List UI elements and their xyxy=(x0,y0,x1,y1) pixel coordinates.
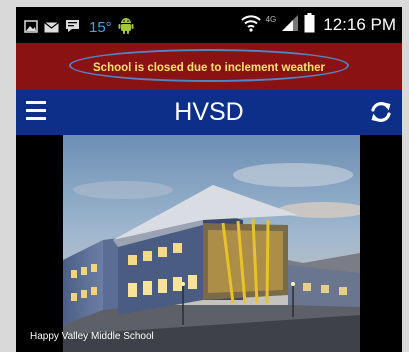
signal-icon xyxy=(281,14,299,36)
battery-icon xyxy=(304,13,315,37)
hero-section: Happy Valley Middle School xyxy=(16,135,402,352)
status-bar: 15° 4G 12:16 PM xyxy=(16,7,402,43)
alert-banner[interactable]: School is closed due to inclement weathe… xyxy=(16,43,402,90)
phone-screen: 15° 4G 12:16 PM School is closed due to … xyxy=(16,7,402,352)
app-title: HVSD xyxy=(174,98,244,126)
mail-icon xyxy=(44,18,59,37)
refresh-button[interactable] xyxy=(368,99,394,125)
app-header: HVSD xyxy=(16,90,402,135)
android-icon xyxy=(118,16,134,38)
school-building-image xyxy=(63,135,360,352)
photo-caption: Happy Valley Middle School xyxy=(30,331,154,342)
menu-button[interactable] xyxy=(26,101,48,123)
message-icon xyxy=(65,18,81,37)
school-photo[interactable] xyxy=(63,135,360,352)
hamburger-icon xyxy=(26,101,46,104)
alert-highlight: School is closed due to inclement weathe… xyxy=(69,49,349,82)
status-right: 4G 12:16 PM xyxy=(240,13,396,37)
gallery-icon xyxy=(24,18,38,37)
wifi-icon xyxy=(240,14,261,36)
network-type-label: 4G xyxy=(265,14,277,24)
refresh-icon xyxy=(371,102,391,122)
alert-message: School is closed due to inclement weathe… xyxy=(93,62,325,74)
temperature-label: 15° xyxy=(89,18,112,36)
status-left: 15° xyxy=(24,16,134,38)
clock-label: 12:16 PM xyxy=(323,15,396,34)
